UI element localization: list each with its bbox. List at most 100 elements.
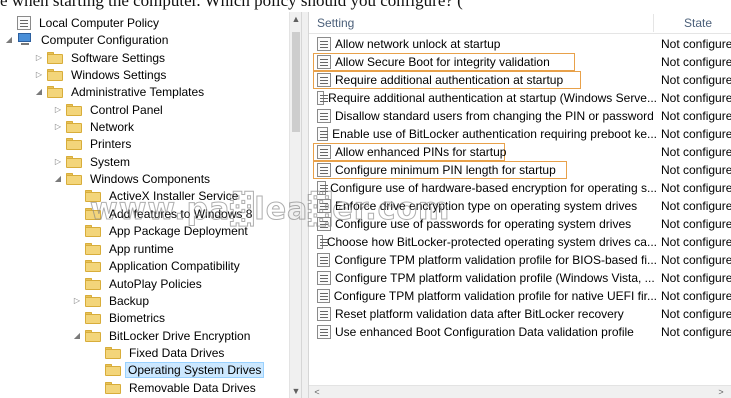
column-header-state[interactable]: State <box>676 12 712 34</box>
policy-setting-icon <box>317 73 331 87</box>
collapse-arrow-icon[interactable]: ◢ <box>4 35 14 44</box>
setting-state: Not configure <box>661 73 731 87</box>
setting-name: Configure TPM platform validation profil… <box>335 271 655 285</box>
tree-item[interactable]: AutoPlay Policies <box>72 275 206 292</box>
setting-name: Require additional authentication at sta… <box>328 91 657 105</box>
policy-setting-icon <box>317 235 328 249</box>
setting-state: Not configure <box>661 217 731 231</box>
scroll-thumb[interactable] <box>292 32 300 132</box>
tree-item[interactable]: ▷ Control Panel <box>53 101 167 118</box>
setting-state: Not configure <box>661 55 731 69</box>
tree-item-label: App Package Deployment <box>109 223 248 238</box>
tree-item[interactable]: Biometrics <box>72 309 169 326</box>
tree-item[interactable]: ▷ Windows Settings <box>34 66 170 83</box>
setting-name: Allow enhanced PINs for startup <box>335 145 507 159</box>
setting-row[interactable]: Use enhanced Boot Configuration Data val… <box>309 323 731 341</box>
setting-row[interactable]: Reset platform validation data after Bit… <box>309 305 731 323</box>
policy-setting-icon <box>317 91 329 105</box>
setting-cell: Configure use of passwords for operating… <box>317 215 657 233</box>
tree-item[interactable]: Fixed Data Drives <box>92 344 228 361</box>
setting-cell: Enable use of BitLocker authentication r… <box>317 125 657 143</box>
setting-row[interactable]: Configure minimum PIN length for startup… <box>309 161 731 179</box>
tree-item[interactable]: ◢ Windows Components <box>53 170 214 187</box>
setting-row[interactable]: Enable use of BitLocker authentication r… <box>309 125 731 143</box>
setting-cell: Reset platform validation data after Bit… <box>317 305 657 323</box>
pane-splitter[interactable] <box>301 12 309 398</box>
tree-item[interactable]: ▷ Software Settings <box>34 49 169 66</box>
setting-row[interactable]: Configure use of passwords for operating… <box>309 215 731 233</box>
folder-icon <box>85 277 101 290</box>
tree-item[interactable]: App runtime <box>72 240 178 257</box>
tree-item[interactable]: ▷ Network <box>53 118 138 135</box>
setting-name: Allow network unlock at startup <box>335 37 501 51</box>
setting-state: Not configure <box>661 253 731 267</box>
policy-setting-icon <box>317 199 331 213</box>
tree-item[interactable]: ◢ Computer Configuration <box>4 31 172 48</box>
scroll-right-arrow-icon[interactable]: > <box>715 386 727 398</box>
folder-icon <box>85 311 101 324</box>
setting-state: Not configure <box>661 127 731 141</box>
setting-cell: Configure TPM platform validation profil… <box>317 287 657 305</box>
tree-item[interactable]: ◢ BitLocker Drive Encryption <box>72 327 254 344</box>
folder-icon <box>85 259 101 272</box>
expand-arrow-icon[interactable]: ▷ <box>53 122 63 131</box>
tree-item-label: Application Compatibility <box>109 258 240 273</box>
tree-item[interactable]: Application Compatibility <box>72 257 244 274</box>
policy-setting-icon <box>317 181 329 195</box>
tree-item[interactable]: ▷ Backup <box>72 292 153 309</box>
setting-row[interactable]: Allow Secure Boot for integrity validati… <box>309 53 731 71</box>
setting-row[interactable]: Configure TPM platform validation profil… <box>309 269 731 287</box>
setting-row[interactable]: Require additional authentication at sta… <box>309 71 731 89</box>
expand-arrow-icon[interactable]: ▷ <box>34 70 44 79</box>
tree-item[interactable]: ▷ System <box>53 153 134 170</box>
expand-arrow-icon[interactable]: ▷ <box>53 105 63 114</box>
setting-row[interactable]: Configure TPM platform validation profil… <box>309 287 731 305</box>
tree-item-label: Software Settings <box>71 50 166 65</box>
tree-item[interactable]: App Package Deployment <box>72 222 252 239</box>
tree-item[interactable]: Removable Data Drives <box>92 379 260 396</box>
list-header: Setting State <box>309 12 731 34</box>
scroll-left-arrow-icon[interactable]: < <box>311 386 323 398</box>
tree-item[interactable]: ActiveX Installer Service <box>72 187 242 204</box>
folder-icon <box>66 103 82 116</box>
tree-item-label: Local Computer Policy <box>39 15 160 30</box>
tree-item-label: Administrative Templates <box>71 84 205 99</box>
tree-item[interactable]: Local Computer Policy <box>4 14 163 31</box>
tree-item[interactable]: Printers <box>53 135 135 152</box>
collapse-arrow-icon[interactable]: ◢ <box>53 174 63 183</box>
setting-row[interactable]: Configure TPM platform validation profil… <box>309 251 731 269</box>
expand-arrow-icon[interactable]: ▷ <box>53 157 63 166</box>
question-text-strip: e when starting the computer. Which poli… <box>0 0 731 12</box>
tree-item-label: Network <box>90 119 135 134</box>
tree-item-label: Windows Components <box>90 171 211 186</box>
setting-row[interactable]: Configure use of hardware-based encrypti… <box>309 179 731 197</box>
setting-name: Enforce drive encryption type on operati… <box>335 199 638 213</box>
folder-icon <box>66 155 82 168</box>
expand-arrow-icon[interactable]: ▷ <box>72 296 82 305</box>
setting-cell: Require additional authentication at sta… <box>317 89 657 107</box>
policy-setting-icon <box>317 55 331 69</box>
folder-icon <box>85 329 101 342</box>
computer-icon <box>17 33 33 46</box>
expand-arrow-icon[interactable]: ▷ <box>34 53 44 62</box>
setting-row[interactable]: Allow enhanced PINs for startup Not confi… <box>309 143 731 161</box>
tree-item[interactable]: Add features to Windows 8 <box>72 205 256 222</box>
policy-setting-icon <box>317 37 331 51</box>
setting-row[interactable]: Enforce drive encryption type on operati… <box>309 197 731 215</box>
column-header-setting[interactable]: Setting <box>309 12 354 34</box>
setting-row[interactable]: Allow network unlock at startup Not confi… <box>309 35 731 53</box>
setting-cell: Enforce drive encryption type on operati… <box>317 197 657 215</box>
policy-setting-icon <box>317 163 331 177</box>
setting-row[interactable]: Disallow standard users from changing th… <box>309 107 731 125</box>
list-horizontal-scrollbar[interactable]: < > <box>309 385 731 398</box>
tree-item[interactable]: ◢ Administrative Templates <box>34 83 208 100</box>
column-separator[interactable] <box>653 14 654 32</box>
collapse-arrow-icon[interactable]: ◢ <box>34 87 44 96</box>
setting-row[interactable]: Require additional authentication at sta… <box>309 89 731 107</box>
setting-row[interactable]: Choose how BitLocker-protected operating… <box>309 233 731 251</box>
tree-item[interactable]: Operating System Drives <box>92 361 265 378</box>
question-text: e when starting the computer. Which poli… <box>0 0 463 10</box>
collapse-arrow-icon[interactable]: ◢ <box>72 331 82 340</box>
tree-item-label: Removable Data Drives <box>129 380 256 395</box>
tree-vertical-scrollbar[interactable]: ▲ ▼ <box>289 12 301 398</box>
